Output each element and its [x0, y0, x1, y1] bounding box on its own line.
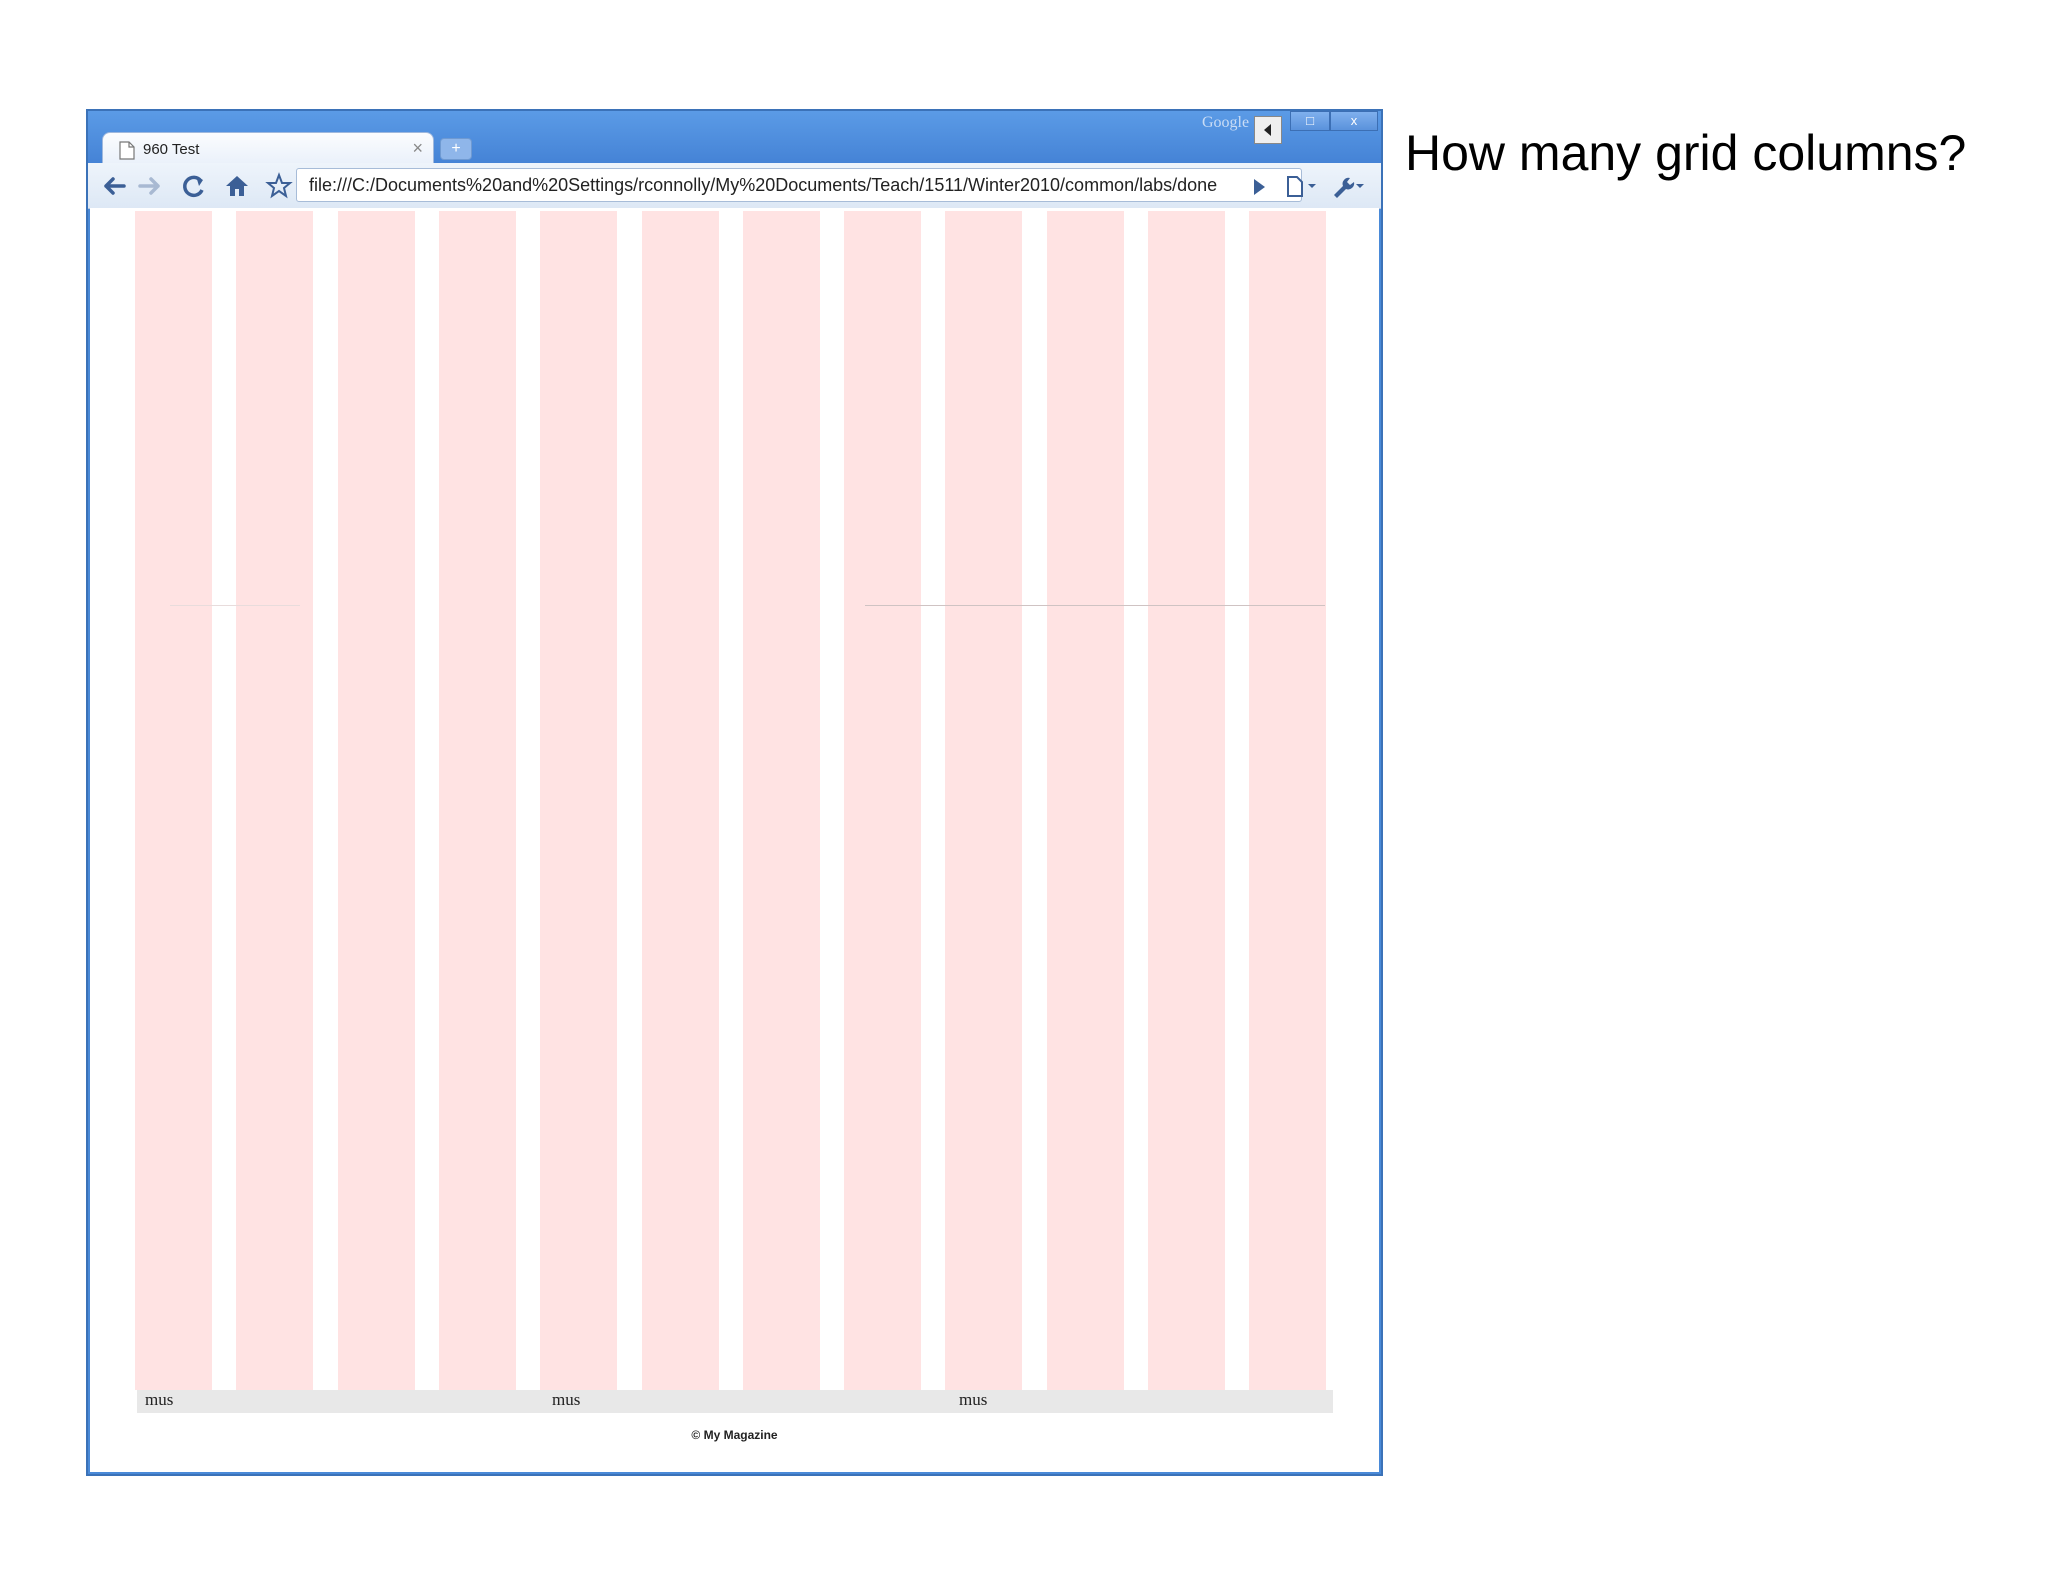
copyright-text: © My Magazine [691, 1428, 778, 1442]
forward-arrow-icon[interactable] [134, 171, 164, 201]
caret-left-icon [1264, 124, 1271, 136]
tab-close-icon[interactable]: × [412, 138, 423, 158]
grid-column [1046, 211, 1124, 1390]
tab-960-test[interactable]: 960 Test × [102, 132, 434, 166]
divider [865, 605, 1325, 606]
url-text[interactable]: file:///C:/Documents%20and%20Settings/rc… [309, 175, 1249, 196]
question-text: How many grid columns? [1405, 125, 1967, 181]
go-arrow-icon[interactable] [1245, 172, 1273, 202]
grid-column [1148, 211, 1225, 1390]
reload-icon[interactable] [179, 171, 209, 201]
footer-label: mus [959, 1390, 988, 1409]
minimize-button[interactable] [1254, 116, 1282, 144]
grid-column [438, 211, 516, 1390]
page-menu-icon[interactable] [1282, 171, 1322, 201]
grid-column [1249, 211, 1327, 1390]
star-icon[interactable] [264, 171, 294, 201]
footer-label: mus [552, 1390, 581, 1409]
grid-column [641, 211, 719, 1390]
grid-column [844, 211, 922, 1390]
address-bar[interactable]: file:///C:/Documents%20and%20Settings/rc… [296, 168, 1302, 202]
home-icon[interactable] [222, 171, 252, 201]
page-viewport: mus mus mus © My Magazine [90, 208, 1379, 1472]
toolbar: file:///C:/Documents%20and%20Settings/rc… [88, 163, 1381, 209]
grid-column [945, 211, 1023, 1390]
browser-window: 960 Test × + Google □ x file:///C:/Docum… [86, 109, 1383, 1476]
title-bar: 960 Test × + Google □ x [88, 111, 1381, 166]
grid-column [337, 211, 415, 1390]
page-icon [119, 141, 135, 160]
google-label: Google [1202, 114, 1250, 131]
tab-title: 960 Test [143, 141, 200, 158]
footer-label: mus [145, 1390, 174, 1409]
grid-column [742, 211, 820, 1390]
restore-button[interactable]: □ [1290, 111, 1330, 131]
grid-column [135, 211, 212, 1390]
chevron-down-icon [1308, 184, 1316, 188]
new-tab-button[interactable]: + [440, 138, 472, 160]
wrench-icon[interactable] [1328, 171, 1368, 201]
grid-column [236, 211, 314, 1390]
grid-column [540, 211, 618, 1390]
close-window-button[interactable]: x [1330, 111, 1378, 131]
back-arrow-icon[interactable] [100, 171, 130, 201]
divider [170, 605, 300, 606]
footer-bar: mus mus mus [137, 1390, 1333, 1413]
